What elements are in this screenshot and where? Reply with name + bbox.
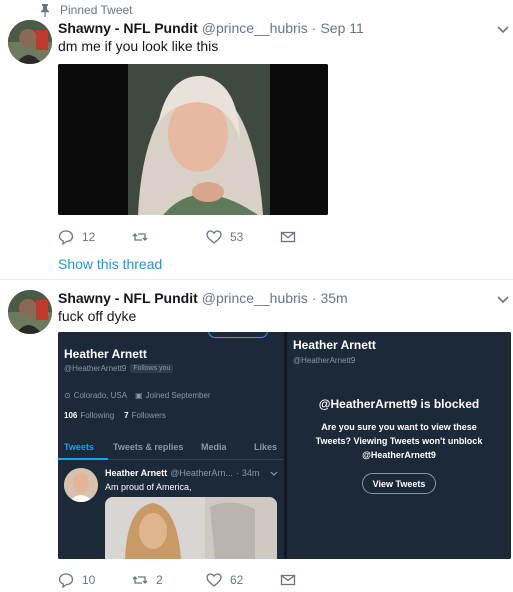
following-count: 106 bbox=[64, 411, 78, 420]
tweet-text: dm me if you look like this bbox=[58, 38, 219, 54]
reply-icon bbox=[58, 230, 74, 245]
tweet-actions: 12 53 bbox=[58, 226, 354, 248]
followers-label: Followers bbox=[131, 411, 166, 420]
like-count: 62 bbox=[230, 573, 244, 587]
pinned-label: Pinned Tweet bbox=[60, 3, 133, 17]
reply-button[interactable]: 12 bbox=[58, 229, 132, 245]
embedded-tabs: Tweets Tweets & replies Media Likes bbox=[58, 434, 284, 460]
embedded-avatar-image bbox=[64, 468, 98, 502]
blocked-title: @HeatherArnett9 is blocked bbox=[318, 397, 480, 411]
tweet-divider bbox=[0, 279, 513, 280]
like-button[interactable]: 53 bbox=[206, 229, 280, 245]
embedded-joined: Joined September bbox=[145, 391, 211, 400]
direct-message-button[interactable] bbox=[280, 229, 354, 245]
embedded-location: Colorado, USA bbox=[73, 391, 128, 400]
pinned-indicator: Pinned Tweet bbox=[38, 2, 133, 18]
embedded-follow-button bbox=[208, 332, 268, 338]
tweet-header: Shawny - NFL Pundit @prince__hubris · Se… bbox=[58, 18, 364, 38]
blocked-profile-name: Heather Arnett bbox=[293, 338, 376, 352]
embedded-profile-panel: Heather Arnett @HeatherArnett9 Follows y… bbox=[58, 332, 284, 559]
chevron-down-icon[interactable] bbox=[496, 293, 510, 307]
reply-count: 10 bbox=[82, 573, 96, 587]
retweet-button[interactable] bbox=[132, 229, 206, 245]
tab-likes: Likes bbox=[254, 442, 278, 452]
author-handle[interactable]: @prince__hubris bbox=[202, 290, 308, 306]
tweet-text: fuck off dyke bbox=[58, 308, 137, 324]
retweet-count: 2 bbox=[156, 573, 163, 587]
reply-count: 12 bbox=[82, 230, 96, 244]
tweet-media[interactable]: Heather Arnett @HeatherArnett9 Follows y… bbox=[58, 332, 511, 559]
embedded-tweet-time: 34m bbox=[241, 468, 260, 478]
separator-dot: · bbox=[311, 20, 317, 36]
tweet-actions: 10 2 62 bbox=[58, 569, 354, 591]
embedded-follow-stats: 106 Following 7 Followers bbox=[64, 411, 166, 420]
author-avatar[interactable] bbox=[8, 20, 52, 64]
direct-message-button[interactable] bbox=[280, 572, 354, 588]
author-handle[interactable]: @prince__hubris bbox=[202, 20, 308, 36]
embedded-tweet-text: Am proud of America, bbox=[105, 482, 192, 492]
tweet-header: Shawny - NFL Pundit @prince__hubris · 35… bbox=[58, 288, 348, 308]
embedded-handle-row: @HeatherArnett9 Follows you bbox=[64, 364, 174, 373]
embedded-profile-name: Heather Arnett bbox=[64, 347, 147, 361]
like-button[interactable]: 62 bbox=[206, 572, 280, 588]
following-label: Following bbox=[80, 411, 115, 420]
blocked-profile-handle: @HeatherArnett9 bbox=[293, 356, 356, 365]
tab-media: Media bbox=[201, 442, 227, 452]
tweet-media[interactable] bbox=[58, 64, 328, 215]
separator-dot: · bbox=[311, 290, 317, 306]
envelope-icon bbox=[280, 574, 296, 586]
embedded-tweet-separator: · bbox=[235, 468, 239, 478]
author-name[interactable]: Shawny - NFL Pundit bbox=[58, 290, 198, 306]
view-tweets-button: View Tweets bbox=[362, 473, 436, 494]
show-thread-link[interactable]: Show this thread bbox=[58, 256, 162, 272]
retweet-button[interactable]: 2 bbox=[132, 572, 206, 588]
media-photo bbox=[58, 64, 328, 215]
embedded-tweet-header: Heather Arnett @HeatherArn... · 34m bbox=[105, 468, 259, 478]
embedded-profile-meta: ⊙ Colorado, USA ▣ Joined September bbox=[64, 391, 211, 400]
tab-tweets-replies: Tweets & replies bbox=[113, 442, 184, 452]
heart-icon bbox=[206, 573, 222, 587]
chevron-down-icon[interactable] bbox=[496, 23, 510, 37]
location-icon: ⊙ bbox=[64, 391, 71, 400]
embedded-photo-image bbox=[105, 497, 277, 559]
calendar-icon: ▣ bbox=[135, 391, 143, 400]
like-count: 53 bbox=[230, 230, 244, 244]
heart-icon bbox=[206, 230, 222, 244]
reply-icon bbox=[58, 573, 74, 588]
active-tab-indicator bbox=[58, 458, 108, 460]
embedded-profile-handle: @HeatherArnett9 bbox=[64, 364, 127, 373]
retweet-icon bbox=[132, 576, 148, 584]
pin-icon bbox=[41, 4, 49, 17]
embedded-blocked-panel: Heather Arnett @HeatherArnett9 @HeatherA… bbox=[287, 332, 511, 559]
embedded-tweet-photo bbox=[105, 497, 277, 559]
blocked-message: Are you sure you want to view these Twee… bbox=[315, 422, 483, 460]
envelope-icon bbox=[280, 231, 296, 243]
embedded-avatar bbox=[64, 468, 98, 502]
author-name[interactable]: Shawny - NFL Pundit bbox=[58, 20, 198, 36]
author-avatar[interactable] bbox=[8, 290, 52, 334]
reply-button[interactable]: 10 bbox=[58, 572, 132, 588]
tab-tweets: Tweets bbox=[64, 442, 94, 452]
retweet-icon bbox=[132, 233, 148, 241]
embedded-tweet-handle: @HeatherArn... bbox=[170, 468, 233, 478]
embedded-tweet-name: Heather Arnett bbox=[105, 468, 168, 478]
followers-count: 7 bbox=[124, 411, 129, 420]
avatar-image bbox=[8, 20, 52, 64]
avatar-image bbox=[8, 290, 52, 334]
embedded-chevron-down-icon bbox=[270, 471, 278, 476]
tweet-timestamp[interactable]: 35m bbox=[320, 290, 347, 306]
follows-you-badge: Follows you bbox=[130, 364, 174, 373]
tweet-timestamp[interactable]: Sep 11 bbox=[320, 20, 363, 36]
